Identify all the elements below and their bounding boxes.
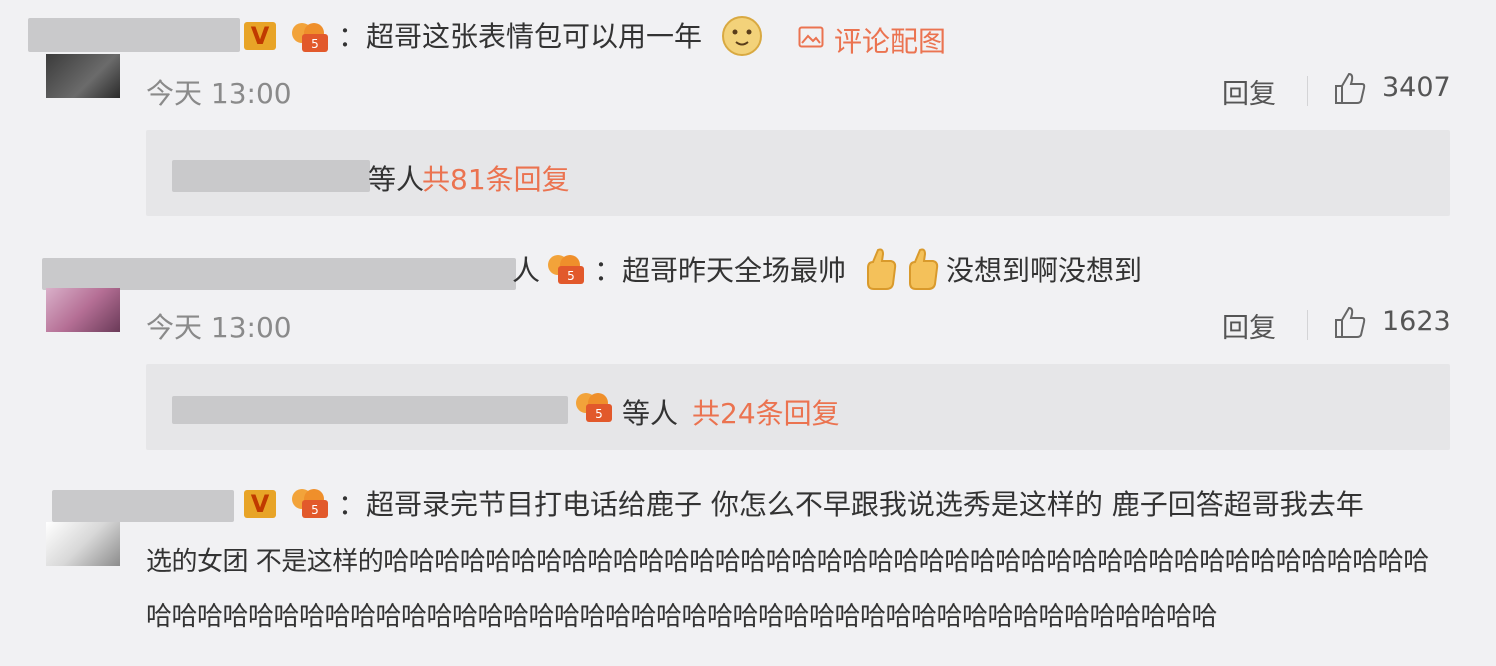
thumbs-up-icon[interactable] xyxy=(1332,70,1368,106)
fan-badge-icon: 5 xyxy=(292,23,328,52)
username-blurred[interactable] xyxy=(52,490,234,522)
username-blurred[interactable] xyxy=(42,258,516,290)
reply-suffix: 等人 xyxy=(368,163,425,196)
vip-v-icon: V xyxy=(244,490,276,518)
thumbs-up-icon[interactable] xyxy=(1332,304,1368,340)
avatar[interactable] xyxy=(46,288,120,332)
replier-names-blurred xyxy=(172,396,568,424)
comment-image-link[interactable]: 评论配图 xyxy=(834,20,946,60)
reply-suffix: 等人 xyxy=(622,397,679,430)
divider xyxy=(1307,76,1308,106)
avatar[interactable] xyxy=(46,54,120,98)
comment-time: 今天 13:00 xyxy=(146,77,292,110)
comment-text-line1: ：超哥录完节目打电话给鹿子 你怎么不早跟我说选秀是这样的 鹿子回答超哥我去年 xyxy=(338,488,1364,521)
svg-text:5: 5 xyxy=(311,37,319,51)
comment-text-line2: 选的女团 不是这样的哈哈哈哈哈哈哈哈哈哈哈哈哈哈哈哈哈哈哈哈哈哈哈哈哈哈哈哈哈哈… xyxy=(146,547,1429,577)
reply-count-link[interactable]: 共81条回复 xyxy=(422,158,570,198)
svg-text:5: 5 xyxy=(311,503,319,517)
like-count: 3407 xyxy=(1382,72,1451,103)
username-blurred[interactable] xyxy=(28,18,240,52)
fan-badge-icon: 5 xyxy=(292,489,328,518)
vip-v-icon: V xyxy=(244,22,276,50)
reply-count-link[interactable]: 共24条回复 xyxy=(692,392,840,432)
reply-button[interactable]: 回复 xyxy=(1222,72,1276,111)
like-count: 1623 xyxy=(1382,306,1451,337)
svg-text:5: 5 xyxy=(567,269,575,283)
username-tail: 人 xyxy=(512,254,541,287)
comment-text: ：超哥昨天全场最帅 xyxy=(594,254,847,287)
fan-badge-icon: 5 xyxy=(548,255,584,284)
replier-names-blurred xyxy=(172,160,370,192)
comment-text-line3: 哈哈哈哈哈哈哈哈哈哈哈哈哈哈哈哈哈哈哈哈哈哈哈哈哈哈哈哈哈哈哈哈哈哈哈哈哈哈哈哈… xyxy=(146,602,1218,632)
comment-time: 今天 13:00 xyxy=(146,311,292,344)
reply-button[interactable]: 回复 xyxy=(1222,306,1276,345)
divider xyxy=(1307,310,1308,340)
image-icon xyxy=(798,26,824,48)
comment-text: ：超哥这张表情包可以用一年 xyxy=(338,20,703,53)
thumbs-up-emoji-icon xyxy=(867,248,897,290)
svg-text:5: 5 xyxy=(595,407,603,421)
avatar[interactable] xyxy=(46,522,120,566)
fan-badge-icon: 5 xyxy=(576,393,612,422)
thumbs-up-emoji-icon xyxy=(909,248,939,290)
comment-text-tail: 没想到啊没想到 xyxy=(946,254,1143,287)
doge-emoji-icon xyxy=(722,16,762,56)
